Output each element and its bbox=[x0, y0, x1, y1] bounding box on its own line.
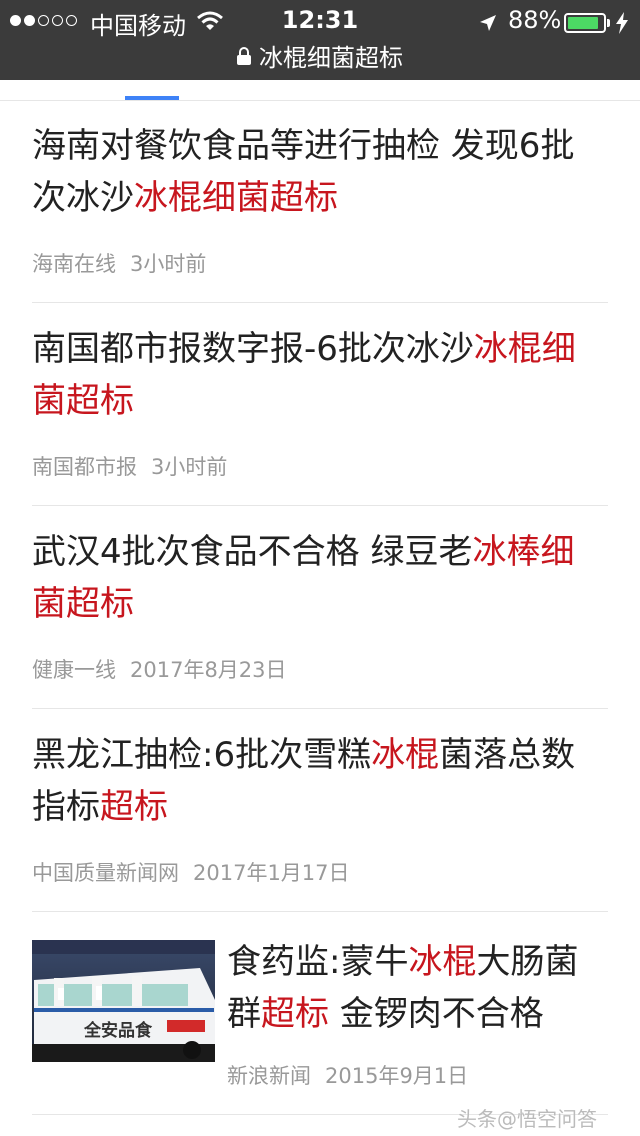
result-time: 3小时前 bbox=[151, 455, 228, 479]
address-bar[interactable]: 冰棍细菌超标 bbox=[0, 38, 640, 72]
result-meta: 新浪新闻 2015年9月1日 bbox=[227, 1060, 468, 1090]
result-title[interactable]: 黑龙江抽检:6批次雪糕冰棍菌落总数指标超标 bbox=[32, 729, 608, 833]
location-arrow-icon bbox=[480, 15, 496, 31]
result-time: 2015年9月1日 bbox=[325, 1064, 469, 1088]
title-keyword: 超标 bbox=[261, 994, 329, 1034]
result-item[interactable]: 南国都市报数字报-6批次冰沙冰棍细菌超标 bbox=[32, 323, 608, 427]
result-time: 2017年1月17日 bbox=[193, 861, 350, 885]
result-source: 南国都市报 bbox=[32, 455, 137, 479]
result-source: 中国质量新闻网 bbox=[32, 861, 179, 885]
result-source: 海南在线 bbox=[32, 252, 116, 276]
divider bbox=[32, 708, 608, 709]
food-safety-van-image: 全安品食 bbox=[32, 940, 215, 1062]
result-source: 新浪新闻 bbox=[227, 1064, 311, 1088]
result-time: 2017年8月23日 bbox=[130, 658, 287, 682]
result-title[interactable]: 食药监:蒙牛冰棍大肠菌群超标 金锣肉不合格 bbox=[227, 936, 608, 1040]
result-meta: 海南在线 3小时前 bbox=[32, 248, 206, 278]
divider bbox=[0, 100, 640, 101]
result-title[interactable]: 武汉4批次食品不合格 绿豆老冰棒细菌超标 bbox=[32, 526, 608, 630]
battery-level-fill bbox=[568, 17, 598, 29]
watermark-logo: 头条@悟空问答 bbox=[457, 1107, 597, 1131]
battery-icon bbox=[564, 13, 606, 33]
title-text: 武汉4批次食品不合格 绿豆老 bbox=[32, 532, 473, 572]
result-title[interactable]: 南国都市报数字报-6批次冰沙冰棍细菌超标 bbox=[32, 323, 608, 427]
result-item[interactable]: 海南对餐饮食品等进行抽检 发现6批次冰沙冰棍细菌超标 bbox=[32, 120, 608, 224]
title-keyword: 冰棍 bbox=[408, 942, 477, 982]
battery-percent: 88% bbox=[508, 6, 562, 34]
result-title[interactable]: 海南对餐饮食品等进行抽检 发现6批次冰沙冰棍细菌超标 bbox=[32, 120, 608, 224]
result-meta: 健康一线 2017年8月23日 bbox=[32, 654, 287, 684]
result-item[interactable]: 食药监:蒙牛冰棍大肠菌群超标 金锣肉不合格 bbox=[227, 936, 608, 1040]
thumbnail-banner-text: 全安品食 bbox=[83, 1020, 153, 1041]
title-text: 食药监:蒙牛 bbox=[227, 942, 409, 982]
browser-status-bar: 中国移动 12:31 88% 冰棍细菌超标 bbox=[0, 0, 640, 80]
title-keyword: 冰棍 bbox=[371, 735, 440, 775]
title-text: 金锣肉不合格 bbox=[329, 994, 544, 1034]
system-status-row: 中国移动 12:31 88% bbox=[0, 4, 640, 40]
page-title: 冰棍细菌超标 bbox=[259, 44, 403, 72]
result-time: 3小时前 bbox=[130, 252, 207, 276]
result-item[interactable]: 黑龙江抽检:6批次雪糕冰棍菌落总数指标超标 bbox=[32, 729, 608, 833]
title-keyword: 超标 bbox=[100, 787, 168, 827]
result-meta: 中国质量新闻网 2017年1月17日 bbox=[32, 857, 350, 887]
battery-cap bbox=[607, 19, 610, 27]
divider bbox=[32, 911, 608, 912]
charging-bolt-icon bbox=[616, 12, 628, 34]
result-source: 健康一线 bbox=[32, 658, 116, 682]
title-text: 黑龙江抽检:6批次雪糕 bbox=[32, 735, 372, 775]
result-thumbnail[interactable]: 全安品食 bbox=[32, 940, 215, 1062]
result-item[interactable]: 武汉4批次食品不合格 绿豆老冰棒细菌超标 bbox=[32, 526, 608, 630]
result-meta: 南国都市报 3小时前 bbox=[32, 451, 227, 481]
divider bbox=[32, 505, 608, 506]
lock-icon bbox=[237, 46, 251, 65]
title-keyword: 冰棍细菌超标 bbox=[134, 178, 338, 218]
divider bbox=[32, 302, 608, 303]
title-text: 南国都市报数字报-6批次冰沙 bbox=[32, 329, 474, 369]
watermark-text: 头条@悟空问答 bbox=[457, 1107, 597, 1131]
